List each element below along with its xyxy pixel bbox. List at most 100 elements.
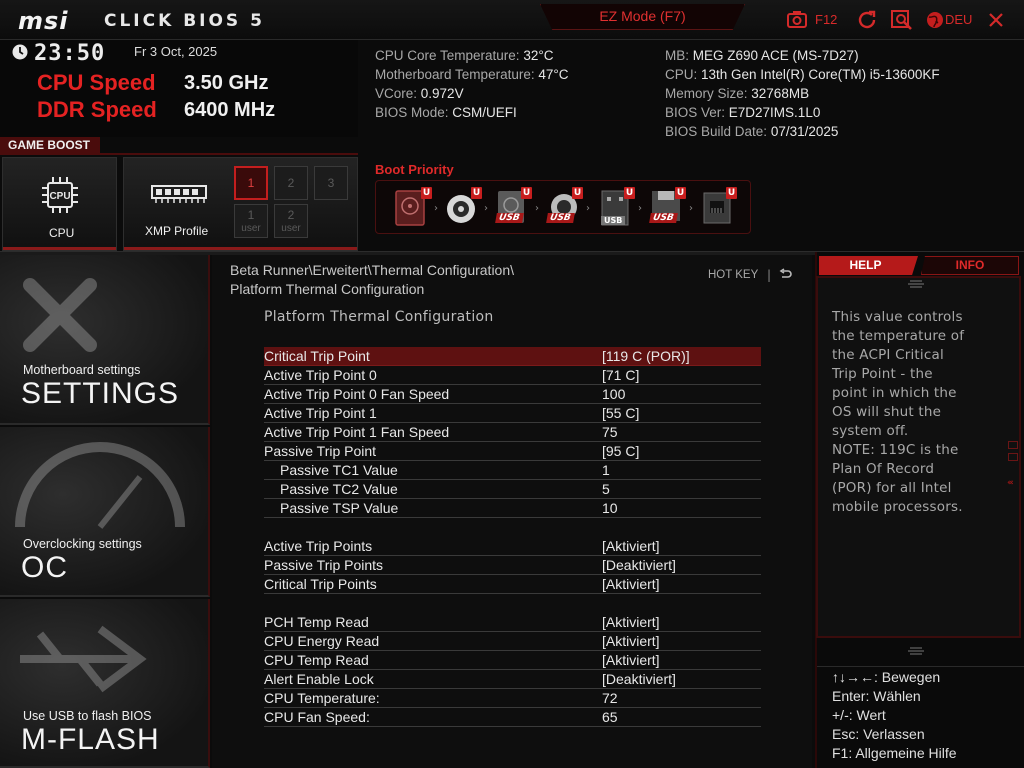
setting-value[interactable]: [71 C]	[602, 367, 639, 383]
xmp-user-2-button[interactable]: 2 user	[274, 204, 308, 238]
screenshot-icon[interactable]	[786, 9, 808, 31]
boot-device-usb-floppy[interactable]: U USB	[648, 187, 686, 229]
boot-device-usb-hdd[interactable]: U USB	[494, 187, 532, 229]
setting-row[interactable]: Passive TC2 Value 5	[264, 480, 761, 499]
boot-device-hdd[interactable]: U	[394, 187, 432, 229]
setting-value[interactable]: [Deaktiviert]	[602, 671, 676, 687]
setting-row[interactable]: PCH Temp Read [Aktiviert]	[264, 613, 761, 632]
key-hint-move: ↑↓→←: Bewegen	[832, 669, 941, 685]
xmp-user-1-button[interactable]: 1 user	[234, 204, 268, 238]
grip-bottom-icon[interactable]	[906, 646, 926, 656]
ez-mode-label: EZ Mode (F7)	[599, 8, 686, 24]
setting-value[interactable]: [Deaktiviert]	[602, 557, 676, 573]
setting-value[interactable]: [Aktiviert]	[602, 633, 660, 649]
grip-top-icon[interactable]	[906, 279, 926, 289]
cpu-tile-bar	[3, 247, 116, 250]
f12-label[interactable]: F12	[815, 12, 837, 34]
setting-value[interactable]: [55 C]	[602, 405, 639, 421]
setting-value[interactable]: 10	[602, 500, 618, 516]
xmp-profile-3-button[interactable]: 3	[314, 166, 348, 200]
info-label: CPU:	[665, 67, 702, 82]
boot-separator: ›	[535, 203, 539, 214]
info-value: 13th Gen Intel(R) Core(TM) i5-13600KF	[701, 67, 940, 82]
xmp-profile-tile[interactable]: XMP Profile 1 2 3 1 user 2 user	[123, 157, 358, 251]
key-hint-exit: Esc: Verlassen	[832, 726, 925, 742]
back-icon[interactable]	[779, 268, 793, 282]
side-arrows-icon[interactable]: ‹‹‹	[1007, 478, 1014, 488]
setting-row[interactable]: CPU Temp Read [Aktiviert]	[264, 651, 761, 670]
setting-row[interactable]: Critical Trip Points [Aktiviert]	[264, 575, 761, 594]
side-scroll-tab[interactable]	[1008, 441, 1020, 465]
xmp-profile-1-button[interactable]: 1	[234, 166, 268, 200]
setting-row: CPU Fan Speed: 65	[264, 708, 761, 727]
cpu-chip-icon: CPU	[42, 177, 78, 213]
setting-row[interactable]: Passive Trip Points [Deaktiviert]	[264, 556, 761, 575]
setting-row[interactable]: Active Trip Point 1 Fan Speed 75	[264, 423, 761, 442]
boot-device-optical[interactable]: U	[444, 187, 482, 229]
setting-row[interactable]: Passive Trip Point [95 C]	[264, 442, 761, 461]
key-hint-select: Enter: Wählen	[832, 688, 921, 704]
setting-value[interactable]: 5	[602, 481, 610, 497]
info-label: BIOS Build Date:	[665, 124, 771, 139]
uefi-badge: U	[521, 187, 532, 199]
nav-oc[interactable]: Overclocking settings OC	[0, 427, 210, 597]
setting-row[interactable]: Passive TSP Value 10	[264, 499, 761, 518]
refresh-icon[interactable]	[856, 9, 878, 31]
setting-value[interactable]: [119 C (POR)]	[602, 348, 690, 364]
setting-row[interactable]: Critical Trip Point [119 C (POR)]	[264, 347, 761, 366]
setting-row[interactable]: Alert Enable Lock [Deaktiviert]	[264, 670, 761, 689]
tab-help[interactable]: HELP	[819, 256, 918, 275]
setting-value[interactable]: [95 C]	[602, 443, 639, 459]
usb-tag: USB	[495, 213, 524, 223]
ddr-speed-value: 6400 MHz	[184, 99, 276, 121]
boot-device-usb-optical[interactable]: U USB	[545, 187, 583, 229]
boot-device-network[interactable]: U	[699, 187, 737, 229]
setting-row[interactable]: Passive TC1 Value 1	[264, 461, 761, 480]
xmp-profile-2-button[interactable]: 2	[274, 166, 308, 200]
language-label[interactable]: DEU	[945, 12, 972, 34]
setting-value[interactable]: [Aktiviert]	[602, 576, 660, 592]
setting-value[interactable]: 75	[602, 424, 618, 440]
setting-row[interactable]: Active Trip Point 0 Fan Speed 100	[264, 385, 761, 404]
search-icon[interactable]	[890, 9, 914, 31]
clock-date: Fr 3 Oct, 2025	[134, 44, 218, 59]
usb-tag: USB	[546, 213, 575, 223]
boot-separator: ›	[689, 203, 693, 214]
info-value: 47°C	[538, 67, 569, 82]
game-boost-divider	[0, 153, 358, 155]
nav-mflash[interactable]: Use USB to flash BIOS M-FLASH	[0, 599, 210, 768]
boot-device-usb-drive[interactable]: U USB	[597, 187, 635, 229]
ez-mode-button[interactable]: EZ Mode (F7)	[540, 4, 745, 30]
info-value: 0.972V	[420, 86, 464, 101]
setting-row[interactable]: Active Trip Point 0 [71 C]	[264, 366, 761, 385]
setting-key: PCH Temp Read	[264, 614, 369, 630]
setting-key: Active Trip Point 0	[264, 367, 377, 383]
product-name: CLICK BIOS 5	[104, 11, 265, 31]
setting-value[interactable]: [Aktiviert]	[602, 538, 660, 554]
info-label: VCore:	[375, 86, 421, 101]
tab-info-label: INFO	[955, 258, 985, 272]
hotkey-separator: |	[767, 268, 772, 282]
globe-icon[interactable]	[925, 9, 945, 31]
nav-settings[interactable]: Motherboard settings SETTINGS	[0, 255, 210, 425]
setting-value[interactable]: [Aktiviert]	[602, 614, 660, 630]
uefi-badge: U	[471, 187, 482, 199]
setting-key: Passive TC2 Value	[280, 481, 398, 497]
xmp-user-2-label: user	[281, 223, 301, 234]
setting-key: Passive Trip Point	[264, 443, 377, 459]
info-label: CPU Core Temperature:	[375, 48, 524, 63]
tab-info[interactable]: INFO	[921, 256, 1019, 275]
boot-priority-title: Boot Priority	[375, 162, 454, 177]
setting-row[interactable]: Active Trip Point 1 [55 C]	[264, 404, 761, 423]
setting-key: Passive TC1 Value	[280, 462, 398, 478]
close-icon[interactable]	[986, 9, 1006, 31]
setting-row[interactable]: CPU Energy Read [Aktiviert]	[264, 632, 761, 651]
uefi-badge: U	[421, 187, 432, 199]
cpu-boost-tile[interactable]: CPU CPU	[2, 157, 117, 251]
hotkey-button[interactable]: HOT KEY	[708, 269, 758, 281]
setting-row[interactable]: Active Trip Points [Aktiviert]	[264, 537, 761, 556]
setting-key: CPU Temperature:	[264, 690, 380, 706]
setting-value[interactable]: 1	[602, 462, 610, 478]
setting-value[interactable]: [Aktiviert]	[602, 652, 660, 668]
setting-value[interactable]: 100	[602, 386, 625, 402]
